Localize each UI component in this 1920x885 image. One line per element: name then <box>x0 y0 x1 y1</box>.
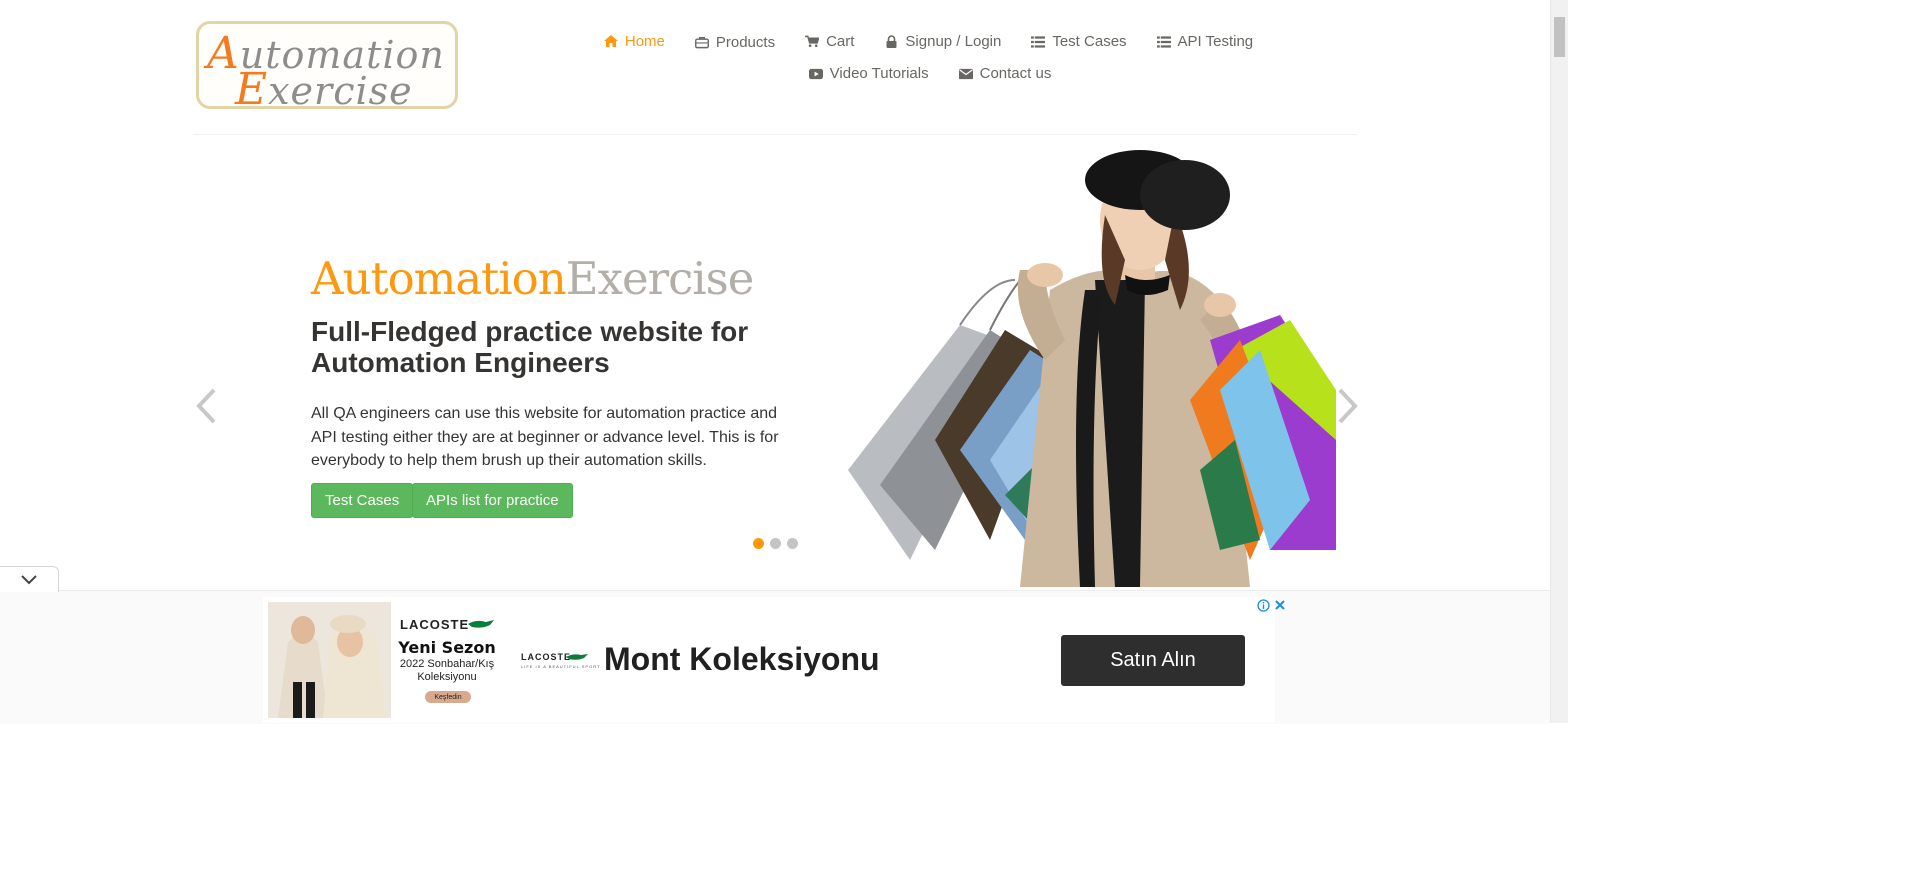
header-divider <box>193 134 1357 135</box>
ad-discover-button[interactable]: Keşfedin <box>425 691 471 703</box>
slide-description: All QA engineers can use this website fo… <box>311 405 779 469</box>
nav-contact-us-label: Contact us <box>979 65 1052 82</box>
home-icon <box>603 35 618 49</box>
youtube-play-icon <box>808 67 823 81</box>
slide-heading: Full-Fledged practice website for Automa… <box>311 316 749 378</box>
chevron-left-icon <box>196 388 216 424</box>
slider-dot-3[interactable] <box>787 538 798 549</box>
scrollbar-thumb[interactable] <box>1554 17 1565 57</box>
ad-collapse-toggle[interactable] <box>0 566 59 592</box>
nav-products-label: Products <box>715 34 776 51</box>
list-icon <box>1031 35 1046 49</box>
test-cases-button[interactable]: Test Cases <box>311 483 414 518</box>
ad-season-subtitle: 2022 Sonbahar/Kış Koleksiyonu <box>399 658 495 683</box>
nav-contact-us[interactable]: Contact us <box>944 61 1067 86</box>
slider-dot-1[interactable] <box>753 538 764 549</box>
list-icon <box>1156 35 1171 49</box>
nav-cart[interactable]: Cart <box>790 28 869 55</box>
crocodile-logo-icon <box>566 654 588 660</box>
slide-brand-title: AutomationExercise <box>311 252 755 305</box>
ad-models-photo <box>268 602 391 718</box>
nav-video-tutorials[interactable]: Video Tutorials <box>794 61 944 86</box>
briefcase-icon <box>694 36 709 50</box>
nav-home-label: Home <box>624 33 665 50</box>
nav-home[interactable]: Home <box>589 28 680 55</box>
site-logo[interactable]: Automation Exercise <box>196 21 458 115</box>
nav-api-testing[interactable]: API Testing <box>1142 28 1269 55</box>
lock-icon <box>884 35 898 49</box>
nav-test-cases-label: Test Cases <box>1052 33 1127 50</box>
nav-test-cases[interactable]: Test Cases <box>1016 28 1141 55</box>
main-nav: Home Products Cart Signup / Login Test C… <box>600 28 1260 86</box>
cart-icon <box>805 35 820 49</box>
ad-info-icon[interactable] <box>1257 599 1270 612</box>
nav-signup-login-label: Signup / Login <box>905 33 1002 50</box>
ad-brand: LACOSTE <box>400 617 470 632</box>
ad-close-icon[interactable] <box>1274 599 1286 611</box>
slider-indicators <box>753 538 798 549</box>
nav-signup-login[interactable]: Signup / Login <box>869 28 1016 55</box>
brand-part-automation: Automation <box>311 252 567 305</box>
logo-line-2: Exercise <box>235 64 413 115</box>
slider-next-arrow[interactable] <box>1332 386 1362 426</box>
ad-season-title: Yeni Sezon <box>398 638 496 657</box>
chevron-down-icon <box>21 574 37 584</box>
ad-headline: Mont Koleksiyonu <box>604 641 880 677</box>
slider-dot-2[interactable] <box>770 538 781 549</box>
slider-prev-arrow[interactable] <box>192 386 222 426</box>
hero-shopping-girl-image <box>848 150 1336 587</box>
ad-logo-tagline: LIFE IS A BEAUTIFUL SPORT <box>521 664 601 669</box>
nav-api-testing-label: API Testing <box>1177 33 1254 50</box>
nav-video-tutorials-label: Video Tutorials <box>829 65 929 82</box>
apis-list-button[interactable]: APIs list for practice <box>412 483 573 518</box>
crocodile-logo-icon <box>468 620 494 628</box>
envelope-icon <box>958 67 973 81</box>
ad-logo-text: LACOSTE <box>521 652 572 662</box>
nav-cart-label: Cart <box>826 33 855 50</box>
brand-part-exercise: Exercise <box>565 252 755 305</box>
page-scrollbar[interactable] <box>1550 0 1568 723</box>
chevron-right-icon <box>1338 388 1358 424</box>
nav-products[interactable]: Products <box>680 30 790 55</box>
ad-buy-button[interactable]: Satın Alın <box>1061 635 1245 686</box>
